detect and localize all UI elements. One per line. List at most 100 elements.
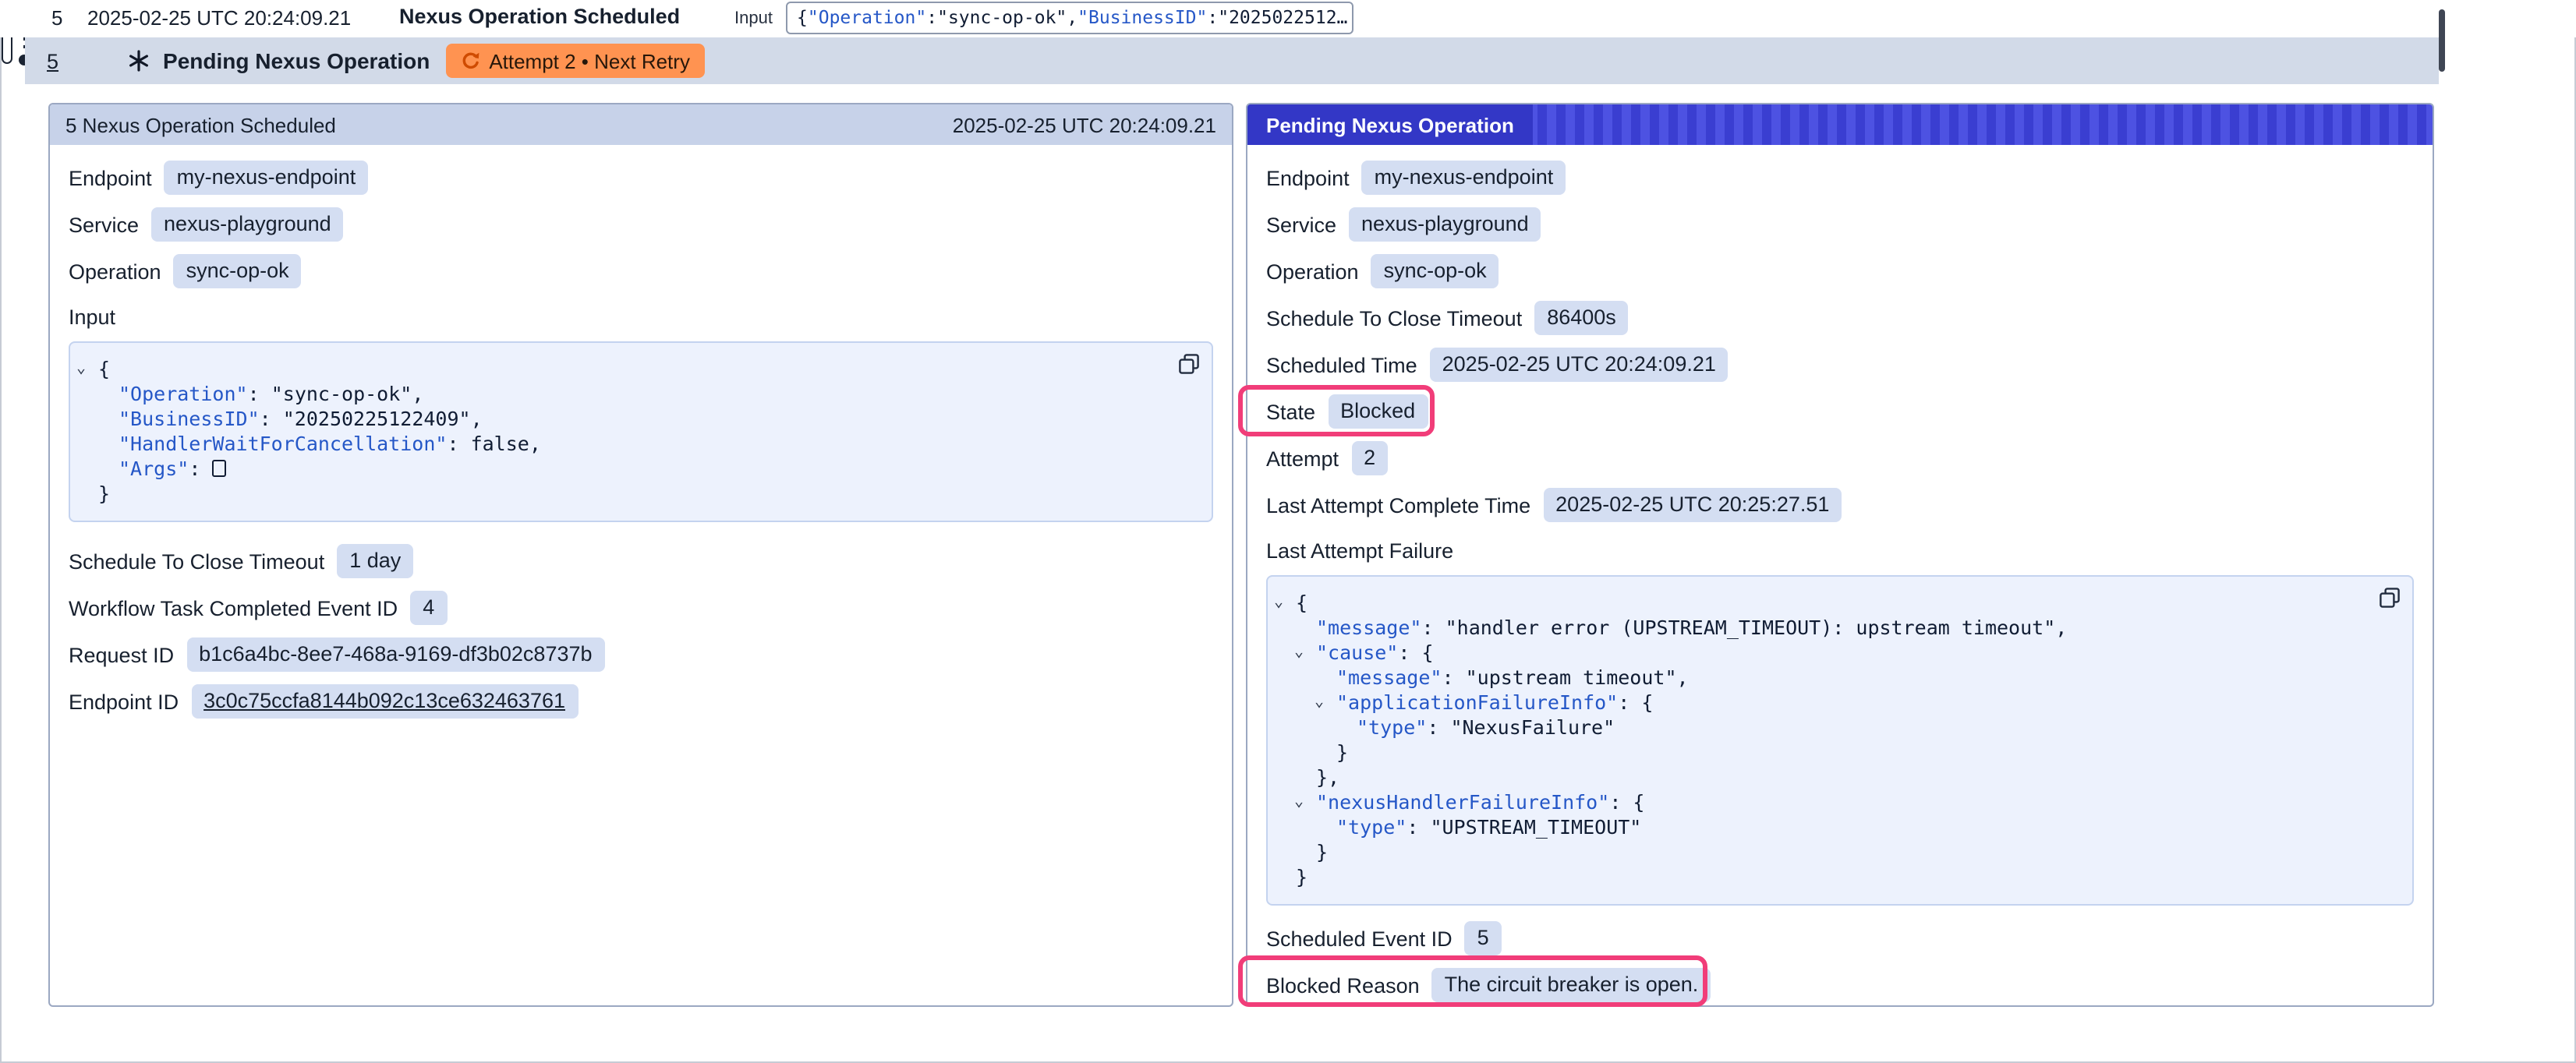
code-line: } — [1268, 840, 2365, 865]
field-row-operation: Operation sync-op-ok — [1266, 254, 2414, 288]
code-line: ⌄{ — [70, 357, 1165, 382]
json-text: "2025022512… — [1218, 6, 1347, 28]
json-text: : — [1207, 6, 1218, 28]
json-key: "HandlerWaitForCancellation" — [119, 432, 447, 455]
scrollbar-thumb[interactable] — [2439, 9, 2445, 72]
field-label-schedule-to-close-timeout: Schedule To Close Timeout — [1266, 306, 1522, 330]
field-label-workflow-task-completed-event-id: Workflow Task Completed Event ID — [69, 596, 398, 620]
empty-array-icon — [212, 460, 226, 477]
json-text: { — [98, 357, 110, 380]
json-text: "NexusFailure" — [1450, 715, 1615, 739]
event-detail-header-title: 5 Nexus Operation Scheduled — [65, 113, 336, 136]
pending-operation-fields-top: Endpointmy-nexus-endpoint Servicenexus-pl… — [1266, 161, 2414, 522]
failure-json-lines: ⌄{"message": "handler error (UPSTREAM_TI… — [1268, 591, 2365, 890]
field-row-scheduled-time: Scheduled Time2025-02-25 UTC 20:24:09.21 — [1266, 348, 2414, 382]
pending-nexus-operation-row[interactable]: 5 Pending Nexus Operation Attempt 2 • Ne… — [25, 37, 2439, 84]
json-text: }, — [1316, 765, 1339, 789]
code-line: }, — [1268, 765, 2365, 790]
field-label-operation: Operation — [1266, 260, 1359, 283]
input-preview-box[interactable]: {"Operation":"sync-op-ok","BusinessID":"… — [786, 2, 1353, 34]
json-text: : — [1442, 666, 1465, 689]
json-text: false — [471, 432, 529, 455]
json-key: "Args" — [119, 457, 189, 480]
pending-row-title: Pending Nexus Operation — [163, 48, 430, 73]
field-label-last-attempt-complete-time: Last Attempt Complete Time — [1266, 493, 1530, 517]
event-detail-body: Endpointmy-nexus-endpointServicenexus-pl… — [50, 145, 1232, 747]
code-line: "BusinessID": "20250225122409", — [70, 407, 1165, 432]
json-text: : { — [1609, 790, 1644, 814]
code-line: } — [1268, 740, 2365, 765]
json-key: "Operation" — [119, 382, 248, 405]
collapse-chevron-icon[interactable]: ⌄ — [1294, 792, 1304, 814]
collapse-chevron-icon[interactable]: ⌄ — [1294, 642, 1304, 664]
collapse-chevron-icon[interactable]: ⌄ — [1315, 692, 1324, 714]
json-text: "20250225122409" — [283, 407, 471, 430]
code-line: } — [70, 482, 1165, 507]
collapse-chevron-icon[interactable]: ⌄ — [76, 358, 86, 380]
json-text: } — [1316, 840, 1328, 863]
field-row-schedule-to-close-timeout: Schedule To Close Timeout86400s — [1266, 301, 2414, 335]
input-section-label: Input — [69, 301, 1213, 335]
field-value-endpoint-id[interactable]: 3c0c75ccfa8144b092c13ce632463761 — [191, 684, 578, 719]
code-line: ⌄ "nexusHandlerFailureInfo": { — [1268, 790, 2365, 815]
json-key: "cause" — [1316, 641, 1398, 664]
code-line: "message": "upstream timeout", — [1268, 666, 2365, 690]
copy-icon[interactable] — [1179, 354, 1199, 374]
code-line: "type": "NexusFailure" — [1268, 715, 2365, 740]
json-key: "Operation" — [808, 6, 926, 28]
event-detail-panel: 5 Nexus Operation Scheduled 2025-02-25 U… — [48, 103, 1233, 1007]
event-detail-header-timestamp: 2025-02-25 UTC 20:24:09.21 — [953, 113, 1216, 136]
input-json-codeblock: ⌄{"Operation": "sync-op-ok","BusinessID"… — [69, 341, 1213, 522]
copy-icon[interactable] — [2380, 588, 2400, 608]
json-key: "nexusHandlerFailureInfo" — [1316, 790, 1609, 814]
field-row-blocked-reason: Blocked ReasonThe circuit breaker is ope… — [1266, 968, 2414, 1002]
field-row-endpoint: Endpointmy-nexus-endpoint — [1266, 161, 2414, 195]
json-text: "handler error (UPSTREAM_TIMEOUT): upstr… — [1445, 616, 2056, 639]
json-text: } — [1296, 865, 1307, 888]
failure-json-codeblock: ⌄{"message": "handler error (UPSTREAM_TI… — [1266, 575, 2414, 906]
event-detail-panel-header: 5 Nexus Operation Scheduled 2025-02-25 U… — [50, 104, 1232, 145]
field-value-request-id: b1c6a4bc-8ee7-468a-9169-df3b02c8737b — [186, 637, 604, 672]
collapse-chevron-icon[interactable]: ⌄ — [1274, 592, 1283, 614]
pending-operation-body: Endpointmy-nexus-endpoint Servicenexus-pl… — [1247, 145, 2433, 1030]
json-text: , — [412, 382, 423, 405]
field-row-workflow-task-completed-event-id: Workflow Task Completed Event ID 4 — [69, 591, 1213, 625]
event-row-nexus-operation-scheduled[interactable]: 5 2025-02-25 UTC 20:24:09.21 Nexus Opera… — [0, 0, 2576, 37]
field-value-state: Blocked — [1328, 394, 1428, 429]
pending-event-id-link[interactable]: 5 — [47, 49, 58, 72]
retry-badge-label: Attempt 2 • Next Retry — [489, 49, 690, 72]
json-text: , — [2055, 616, 2067, 639]
input-label: Input — [734, 9, 773, 28]
json-text: "UPSTREAM_TIMEOUT" — [1430, 815, 1641, 839]
field-row-endpoint: Endpointmy-nexus-endpoint — [69, 161, 1213, 195]
field-value-scheduled-time: 2025-02-25 UTC 20:24:09.21 — [1430, 348, 1729, 382]
pending-operation-fields-bottom: Scheduled Event ID5Blocked ReasonThe cir… — [1266, 921, 2414, 1002]
screenshot-stage: 5 2025-02-25 UTC 20:24:09.21 Nexus Opera… — [0, 0, 2576, 1063]
json-text: } — [98, 482, 110, 505]
field-row-last-attempt-complete-time: Last Attempt Complete Time2025-02-25 UTC… — [1266, 488, 2414, 522]
json-key: "BusinessID" — [1077, 6, 1207, 28]
retry-attempt-badge[interactable]: Attempt 2 • Next Retry — [445, 44, 706, 78]
json-key: "message" — [1336, 666, 1442, 689]
field-value-operation: sync-op-ok — [1371, 254, 1499, 288]
json-text: , — [471, 407, 483, 430]
event-detail-fields-bottom: Schedule To Close Timeout1 dayWorkflow T… — [69, 544, 1213, 719]
field-label-endpoint-id: Endpoint ID — [69, 690, 179, 713]
field-label-state: State — [1266, 400, 1315, 423]
asterisk-pending-icon — [127, 50, 149, 72]
json-text: : { — [1618, 690, 1653, 714]
field-label-request-id: Request ID — [69, 643, 174, 666]
json-text: { — [797, 6, 808, 28]
json-key: "message" — [1316, 616, 1421, 639]
json-text: : — [1427, 715, 1450, 739]
field-row-operation: Operationsync-op-ok — [69, 254, 1213, 288]
json-text: "sync-op-ok" — [937, 6, 1067, 28]
field-row-service: Servicenexus-playground — [1266, 207, 2414, 242]
code-line: } — [1268, 865, 2365, 890]
json-text: : — [260, 407, 283, 430]
field-value-blocked-reason: The circuit breaker is open. — [1432, 968, 1711, 1002]
field-value-workflow-task-completed-event-id: 4 — [410, 591, 447, 625]
event-id: 5 — [51, 6, 62, 30]
json-key: "BusinessID" — [119, 407, 260, 430]
json-key: "applicationFailureInfo" — [1336, 690, 1618, 714]
